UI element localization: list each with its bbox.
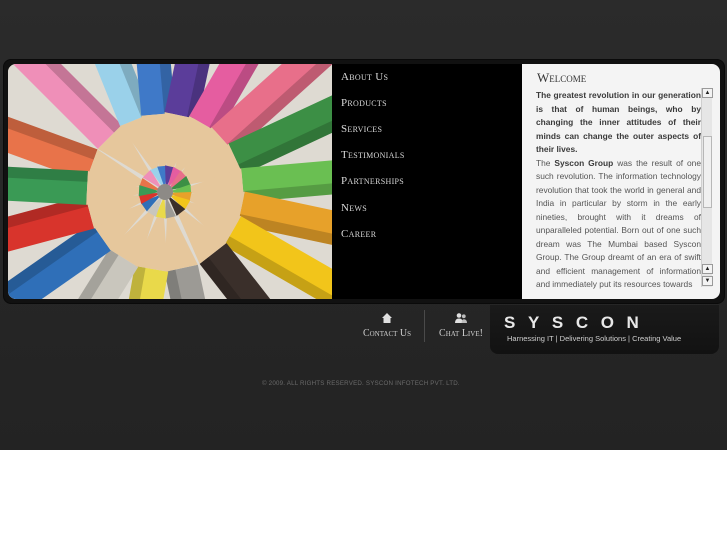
welcome-text[interactable]: The greatest revolution in our generatio…: [536, 89, 701, 291]
contact-us-label: Contact Us: [362, 328, 412, 339]
nav-item-career[interactable]: Career: [341, 228, 376, 240]
welcome-title: Welcome: [537, 70, 587, 85]
nav-item-news[interactable]: News: [341, 202, 367, 214]
logo-wordmark: SYSCON: [504, 313, 652, 332]
colored-pencils-illustration: [8, 64, 332, 299]
nav-item-partnerships[interactable]: Partnerships: [341, 175, 404, 187]
copyright-text: © 2009. ALL RIGHTS RESERVED. SYSCON INFO…: [262, 380, 460, 387]
syscon-logo[interactable]: SYSCON Harnessing IT | Delivering Soluti…: [490, 305, 719, 354]
home-icon: [382, 313, 392, 323]
welcome-brand-name: Syscon Group: [554, 157, 614, 168]
welcome-body-text: was the result of one such revolution. T…: [536, 157, 701, 290]
nav-item-testimonials[interactable]: Testimonials: [341, 149, 405, 161]
main-navigation: About Us Products Services Testimonials …: [332, 64, 522, 299]
logo-tagline: Harnessing IT | Delivering Solutions | C…: [507, 334, 682, 343]
scrollbar-thumb[interactable]: [703, 136, 712, 208]
welcome-lead-text: The greatest revolution in our generatio…: [536, 90, 701, 154]
welcome-panel: Welcome The greatest revolution in our g…: [522, 64, 720, 299]
hero-image-colored-pencils: [8, 64, 332, 299]
nav-item-services[interactable]: Services: [341, 123, 382, 135]
nav-item-about-us[interactable]: About Us: [341, 71, 388, 83]
scroll-up-arrow-icon[interactable]: ▲: [702, 88, 713, 98]
nav-item-products[interactable]: Products: [341, 97, 387, 109]
welcome-body-pre: The: [536, 157, 555, 168]
scroll-down-arrow-icon[interactable]: ▼: [702, 276, 713, 286]
welcome-scrollbar[interactable]: ▲ ▲ ▼: [701, 88, 713, 287]
footer-divider: [424, 310, 425, 342]
scroll-page-up-arrow-icon[interactable]: ▲: [702, 264, 713, 274]
chat-live-label: Chat Live!: [439, 328, 483, 339]
users-icon: [455, 313, 467, 323]
